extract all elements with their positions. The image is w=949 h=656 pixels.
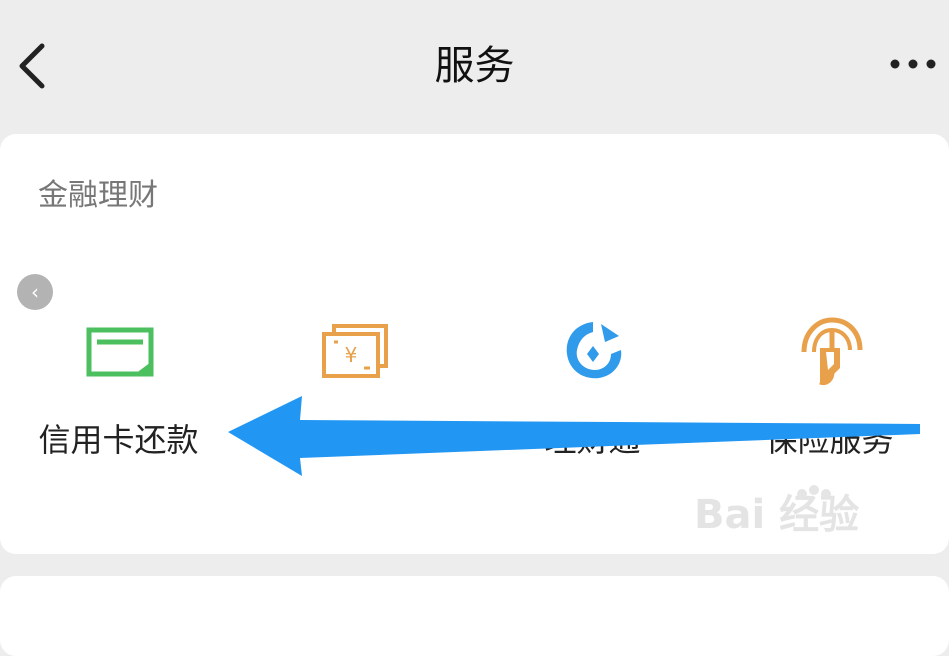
service-label: 理财通	[544, 421, 641, 459]
svg-text:¥: ¥	[344, 343, 357, 367]
more-button[interactable]	[883, 44, 943, 84]
chevron-left-small-icon: ‹	[31, 280, 39, 304]
page-title: 服务	[434, 43, 515, 89]
more-horizontal-icon	[890, 59, 936, 69]
service-credit-card-repayment[interactable]: 信用卡还款	[0, 304, 237, 474]
service-label: 信用卡还款	[38, 421, 199, 459]
licaitong-icon	[566, 322, 621, 379]
service-wallet[interactable]: ¥	[237, 304, 474, 474]
next-section-card	[0, 576, 949, 656]
nav-bar: 服务	[0, 0, 949, 130]
credit-card-icon	[86, 327, 153, 377]
section-title: 金融理财	[38, 178, 158, 213]
service-label: 保险服务	[765, 421, 894, 459]
service-insurance[interactable]: 保险服务	[711, 304, 948, 474]
wallet-yuan-icon: ¥	[321, 324, 388, 378]
insurance-umbrella-icon	[801, 317, 862, 385]
finance-card: 金融理财 ‹ 信用卡还款 ¥ 理财通 保险服务	[0, 134, 949, 554]
service-licaitong[interactable]: 理财通	[474, 304, 711, 474]
